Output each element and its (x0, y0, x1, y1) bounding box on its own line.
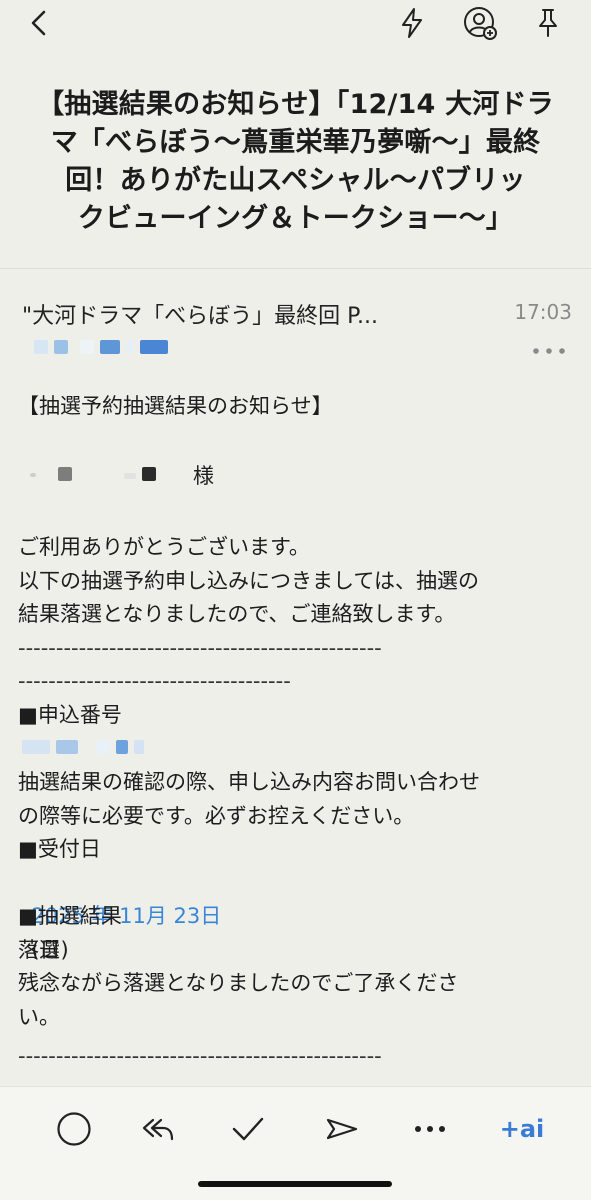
reply-all-button[interactable] (138, 1109, 178, 1149)
subject-line: クビューイング＆トークショー〜」 (77, 203, 514, 234)
salutation-suffix: 様 (193, 464, 214, 488)
lightning-icon (402, 8, 422, 38)
ai-label: +ai (499, 1115, 545, 1143)
mark-done-button[interactable] (54, 1109, 94, 1149)
redacted-recipient (22, 340, 168, 358)
back-button[interactable] (22, 6, 56, 40)
separator-line: ----------------------------------------… (18, 1044, 382, 1068)
divider (0, 268, 591, 269)
reply-all-icon (142, 1118, 174, 1141)
result-label: ■抽選結果 (18, 904, 122, 928)
result-note: い。 (18, 1004, 60, 1029)
subject-line: 【抽選結果のお知らせ】「12/14 大河ドラ (37, 89, 554, 120)
application-number-note: の際等に必要です。必ずお控えください。 (18, 803, 415, 828)
more-actions-button[interactable] (410, 1109, 450, 1149)
circle-icon (57, 1112, 91, 1146)
more-horizontal-icon (533, 348, 565, 354)
received-time: 17:03 (514, 300, 572, 324)
add-contact-button[interactable] (461, 4, 499, 42)
separator-line: ------------------------------------ (18, 669, 291, 693)
pin-button[interactable] (529, 4, 567, 42)
thanks-text: ご利用ありがとうございます。 (18, 535, 310, 559)
send-arrow-icon (326, 1118, 358, 1140)
subject-line: マ「べらぼう〜蔦重栄華乃夢噺〜」最終 (50, 127, 541, 158)
pin-icon (539, 9, 557, 37)
result-note: 残念ながら落選となりましたのでご了承くださ (18, 971, 459, 995)
top-bar (0, 0, 591, 48)
checkmark-icon (232, 1117, 264, 1141)
body-heading: 【抽選予約抽選結果のお知らせ】 (18, 394, 333, 418)
notice-text: 以下の抽選予約申し込みにつきましては、抽選の (18, 568, 479, 593)
user-plus-icon (464, 7, 497, 40)
sender-name: "大河ドラマ「べらぼう」最終回 P... (22, 304, 378, 329)
done-button[interactable] (228, 1109, 268, 1149)
chevron-left-icon (31, 10, 46, 36)
subject-line: 回！ありがた山スペシャル〜パブリッ (65, 165, 526, 196)
bottom-toolbar: +ai (0, 1086, 591, 1200)
lightning-button[interactable] (393, 4, 431, 42)
received-date-label: ■受付日 (18, 837, 101, 861)
forward-button[interactable] (322, 1109, 362, 1149)
message-options-button[interactable] (531, 346, 567, 356)
redacted-application-number (22, 740, 144, 758)
result-value: 落選 (18, 937, 60, 962)
notice-text: 結果落選となりましたので、ご連絡致します。 (18, 602, 456, 626)
home-indicator[interactable] (198, 1181, 392, 1187)
more-horizontal-icon (415, 1126, 445, 1132)
ai-button[interactable]: +ai (494, 1109, 550, 1149)
redacted-name (30, 467, 156, 485)
separator-line: ----------------------------------------… (18, 636, 382, 660)
application-number-note: 抽選結果の確認の際、申し込み内容お問い合わせ (18, 770, 480, 794)
email-subject: 【抽選結果のお知らせ】「12/14 大河ドラ マ「べらぼう〜蔦重栄華乃夢噺〜」最… (18, 86, 573, 238)
sender-row[interactable]: "大河ドラマ「べらぼう」最終回 P... 17:03 (22, 298, 572, 332)
application-number-label: ■申込番号 (18, 703, 122, 727)
